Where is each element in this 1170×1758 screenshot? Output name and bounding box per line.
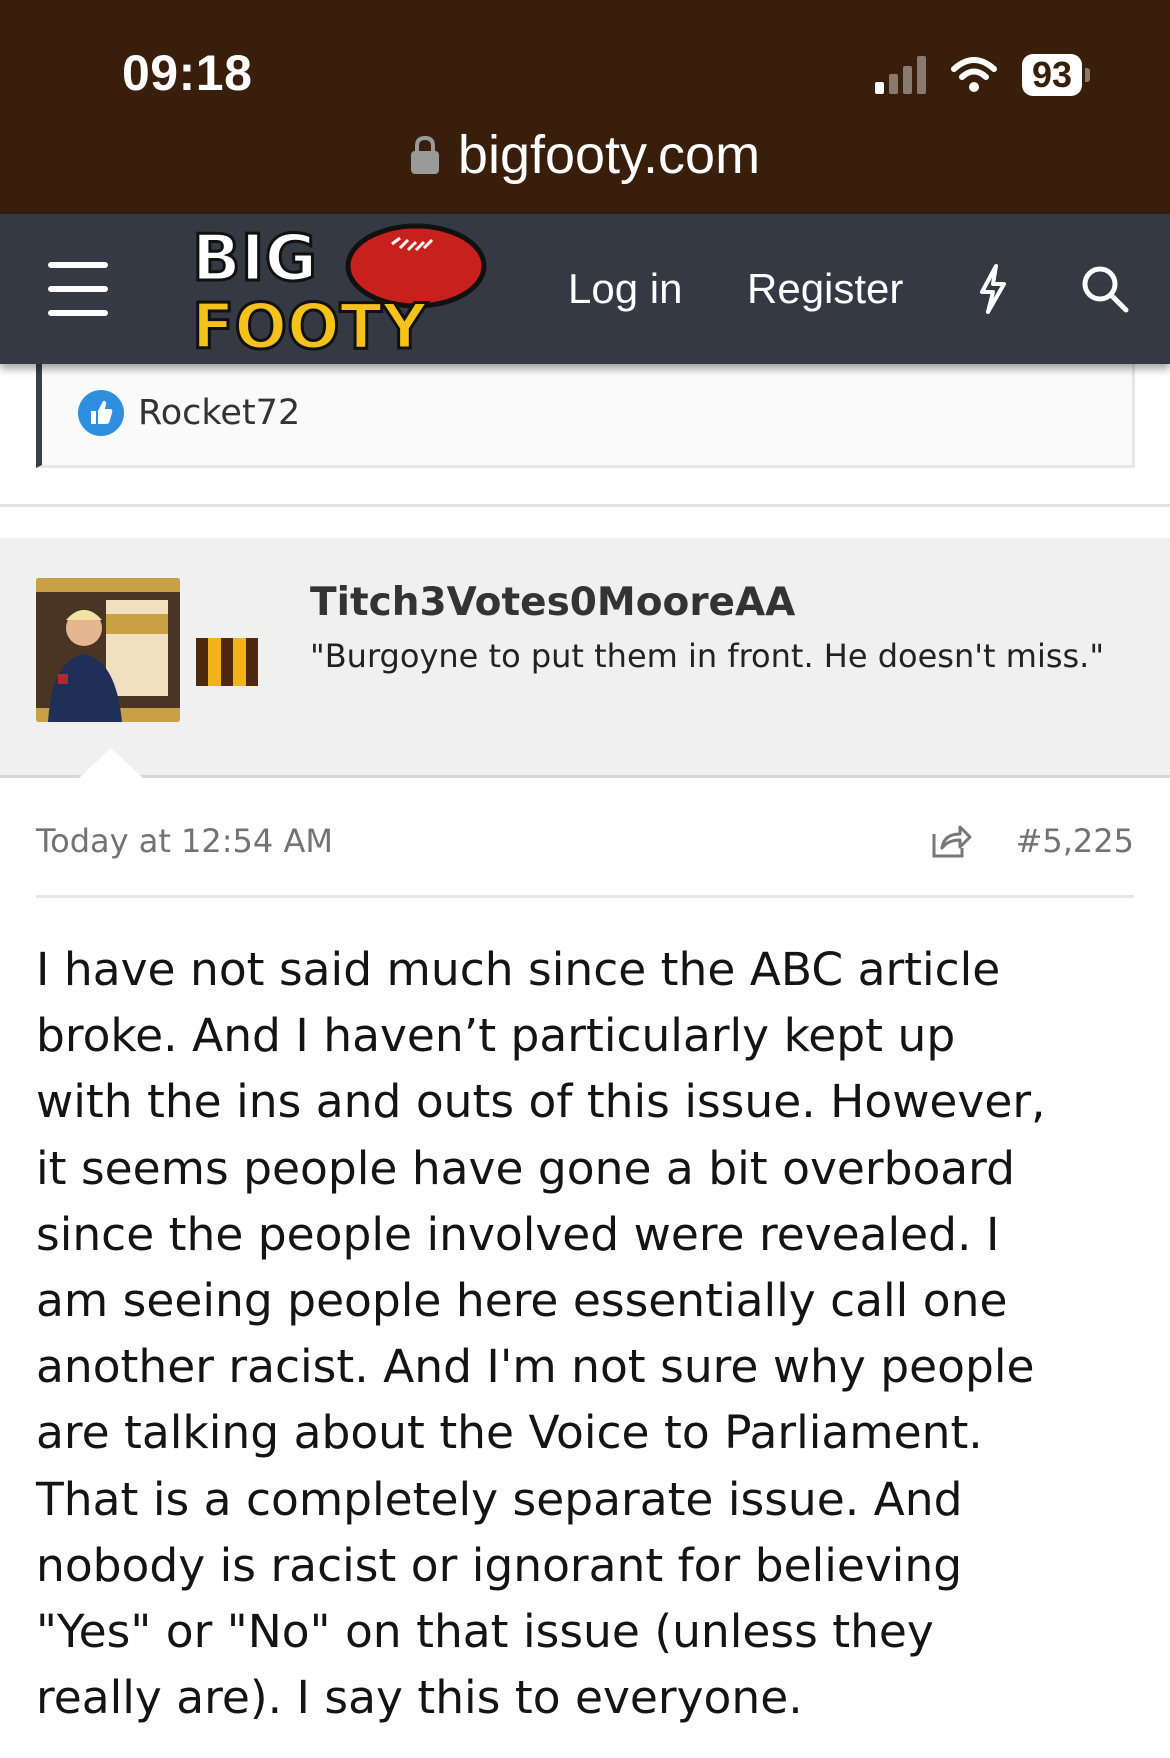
post-line: really are). I say this to everyone. <box>36 1671 803 1725</box>
team-badge <box>196 638 259 686</box>
post-line: another racist. And I'm not sure why peo… <box>36 1340 1035 1394</box>
post-line: That is a completely separate issue. And <box>36 1472 963 1526</box>
share-icon[interactable] <box>928 818 972 862</box>
bigfooty-logo[interactable]: BIG FOOTY <box>188 218 492 360</box>
post-line: I have not said much since the ABC artic… <box>36 943 1001 996</box>
reactions-bar[interactable]: Rocket72 <box>36 364 1135 468</box>
post-line: am seeing people here essentially call o… <box>36 1273 1008 1327</box>
like-icon <box>78 390 124 436</box>
avatar[interactable] <box>36 578 180 722</box>
battery-icon: 93 <box>1021 54 1090 96</box>
search-icon[interactable] <box>1080 264 1130 314</box>
post-line: "Yes" or "No" on that issue (unless they <box>36 1604 934 1658</box>
signal-icon <box>874 56 926 94</box>
status-icons: 93 <box>874 54 1090 96</box>
url-text: bigfooty.com <box>457 125 761 185</box>
user-title: "Burgoyne to put them in front. He doesn… <box>310 637 1105 675</box>
svg-text:BIG: BIG <box>192 222 317 296</box>
post-username[interactable]: Titch3Votes0MooreAA <box>310 580 795 625</box>
address-bar[interactable]: bigfooty.com <box>0 124 1170 186</box>
battery-level: 93 <box>1021 54 1082 96</box>
post-line: since the people involved were revealed.… <box>36 1207 1000 1261</box>
post-user-block: Titch3Votes0MooreAA "Burgoyne to put the… <box>0 538 1170 779</box>
reactor-name[interactable]: Rocket72 <box>138 390 300 436</box>
post-timestamp[interactable]: Today at 12:54 AM <box>36 822 333 860</box>
hamburger-menu-icon[interactable] <box>48 262 108 316</box>
post-meta: Today at 12:54 AM #5,225 <box>36 818 1134 898</box>
post-divider <box>0 504 1170 507</box>
lightning-bolt-icon[interactable] <box>972 262 1012 316</box>
post-line: it seems people have gone a bit overboar… <box>36 1141 1015 1195</box>
site-header: BIG FOOTY Log in Register <box>0 214 1170 364</box>
post-line: are talking about the Voice to Parliamen… <box>36 1406 983 1460</box>
lock-icon <box>410 135 439 174</box>
browser-chrome: 09:18 93 bigfooty.com <box>0 0 1170 214</box>
post-body: I have not said much since the ABC artic… <box>36 937 1146 1731</box>
post-line: broke. And I haven’t particularly kept u… <box>36 1009 956 1063</box>
wifi-icon <box>950 57 997 92</box>
status-time: 09:18 <box>122 45 253 101</box>
post-number[interactable]: #5,225 <box>1016 822 1134 860</box>
post-line: with the ins and outs of this issue. How… <box>36 1075 1046 1129</box>
post-line: nobody is racist or ignorant for believi… <box>36 1538 963 1592</box>
svg-text:FOOTY: FOOTY <box>192 290 428 360</box>
login-link[interactable]: Log in <box>568 262 682 316</box>
register-link[interactable]: Register <box>747 262 903 316</box>
user-block-pointer <box>78 748 144 779</box>
